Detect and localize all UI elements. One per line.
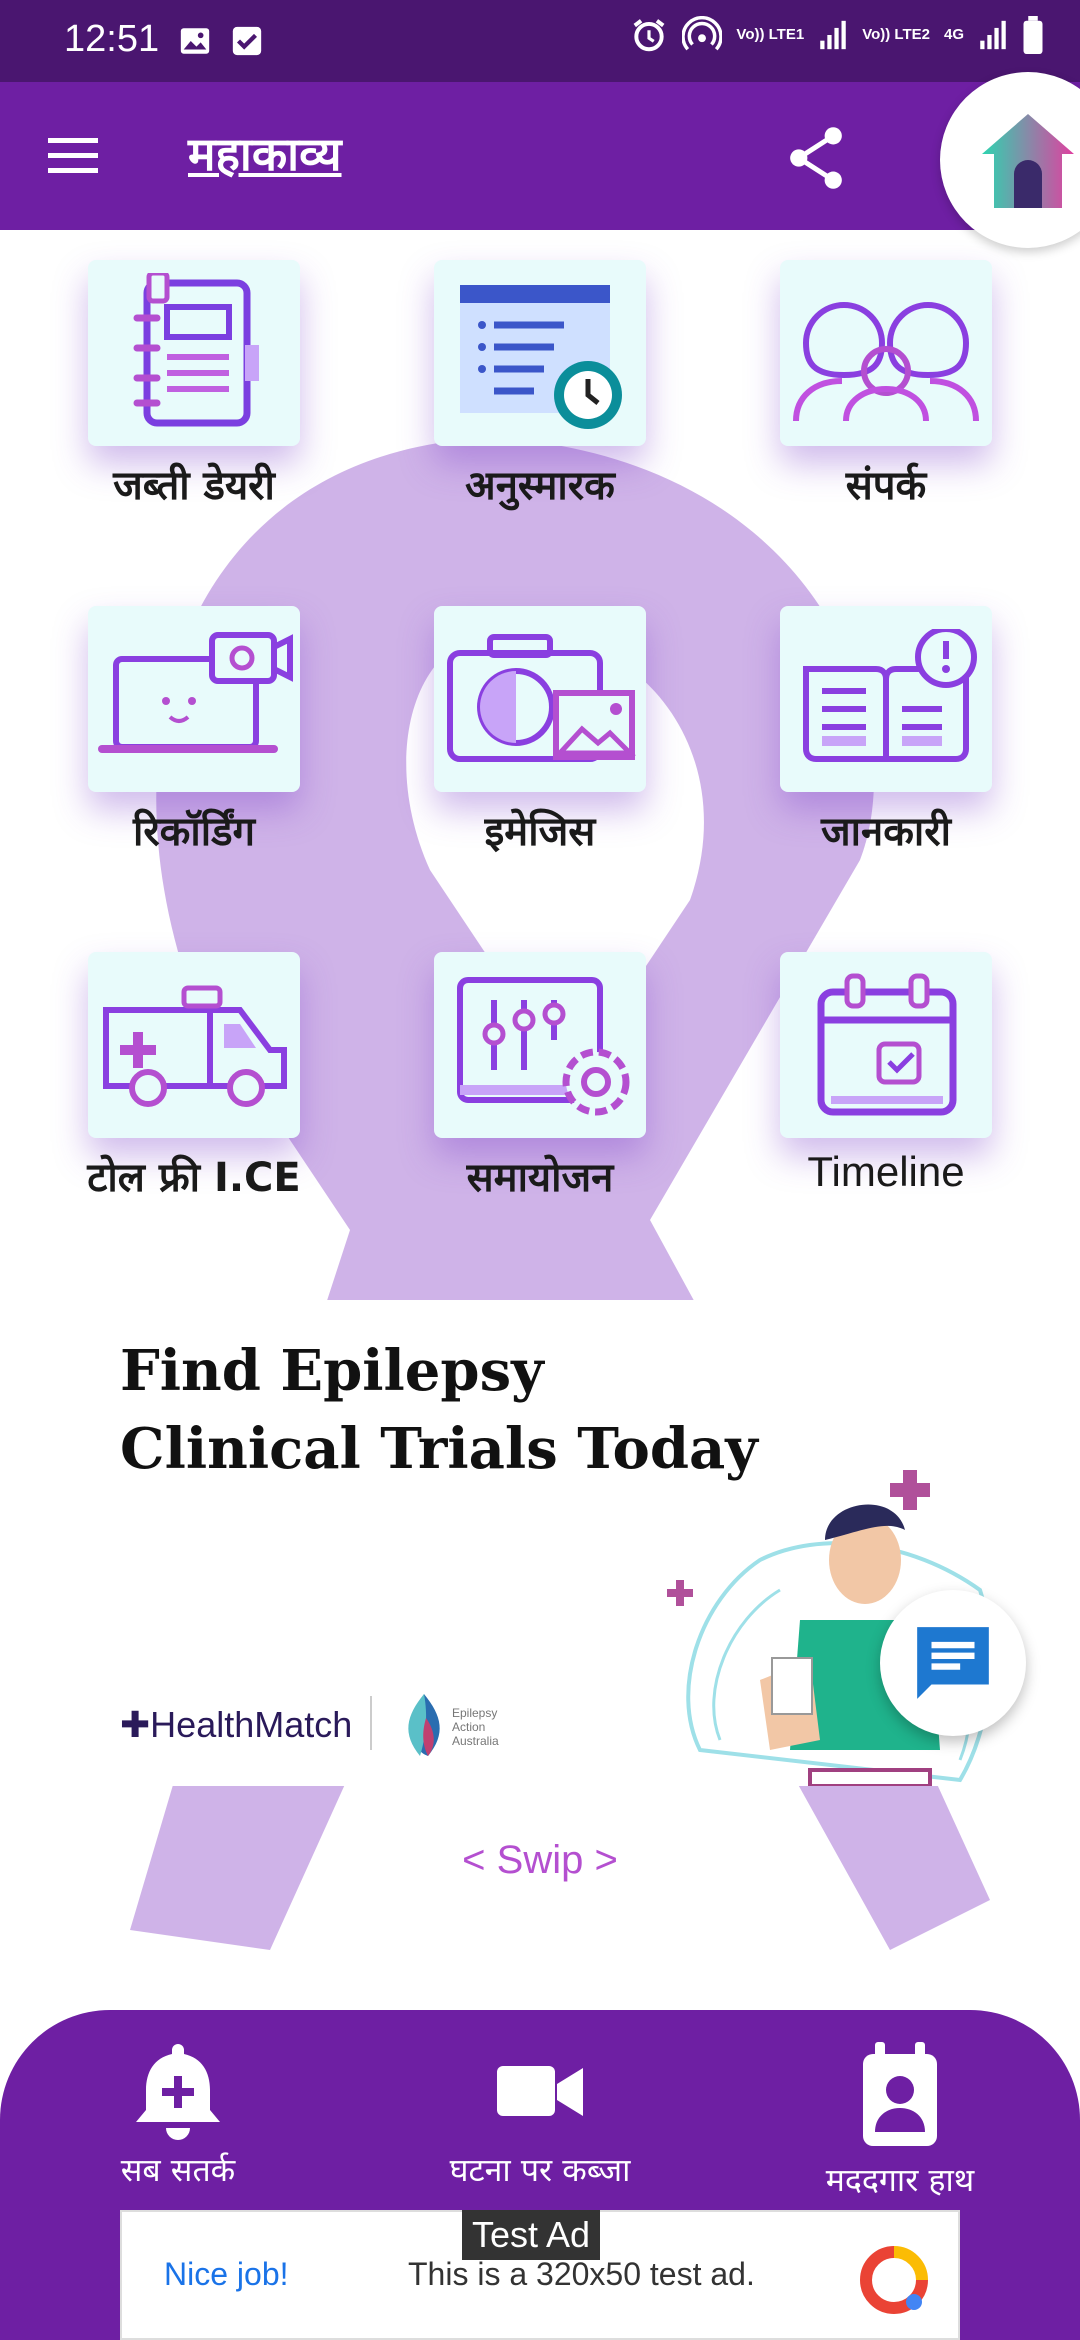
checkbox-icon — [232, 26, 262, 56]
tile-toll-free-ice[interactable]: टोल फ्री I.CE — [44, 952, 344, 1203]
tile-label: टोल फ्री I.CE — [87, 1155, 301, 1201]
tile-contacts[interactable]: संपर्क — [736, 260, 1036, 511]
settings-sliders-icon — [457, 977, 630, 1116]
ad-logo-icon — [860, 2246, 928, 2314]
app-title: महाकाव्य — [188, 127, 342, 181]
tile-label: जानकारी — [820, 809, 952, 855]
tile-label: जब्ती डेयरी — [113, 463, 275, 509]
diary-icon — [133, 273, 259, 427]
signal-icon — [820, 20, 846, 50]
tile-label: समायोजन — [466, 1155, 614, 1201]
tile-label: रिकॉर्डिंग — [132, 809, 256, 855]
tile-label: संपर्क — [845, 463, 927, 509]
chat-icon — [917, 1627, 989, 1699]
nav-all-alert[interactable]: सब सतर्क — [28, 2040, 328, 2191]
ad-nice-text: Nice job! — [164, 2256, 289, 2292]
alarm-icon — [633, 19, 665, 52]
tile-timeline[interactable]: Timeline — [736, 952, 1036, 1196]
network-label-1: Vo)) LTE1 — [736, 26, 805, 43]
reminder-icon — [460, 285, 622, 429]
tile-recording[interactable]: रिकॉर्डिंग — [44, 606, 344, 857]
info-book-icon — [803, 629, 977, 762]
tile-label: Timeline — [807, 1148, 965, 1195]
tile-label: अनुस्मारक — [465, 463, 615, 509]
recording-icon — [98, 632, 293, 753]
status-time: 12:51 — [64, 18, 160, 60]
ea-line2: Action — [452, 1720, 486, 1734]
tile-label: इमेजिस — [484, 809, 596, 855]
bell-plus-icon — [136, 2044, 220, 2140]
ea-line3: Australia — [452, 1734, 499, 1748]
app-screen: 12:51 Vo)) LTE1 Vo)) LTE2 4G महाकाव्य जब… — [0, 0, 1080, 2340]
banner-separator — [370, 1696, 372, 1750]
swipe-hint: < Swip > — [462, 1838, 618, 1882]
ea-line1: Epilepsy — [452, 1706, 498, 1720]
epilepsy-action-text: Epilepsy Action Australia — [452, 1706, 499, 1748]
app-bar: महाकाव्य — [0, 82, 1080, 230]
tile-information[interactable]: जानकारी — [736, 606, 1036, 857]
nav-capture-incident[interactable]: घटना पर कब्जा — [390, 2040, 690, 2191]
ad-text: This is a 320x50 test ad. — [408, 2256, 755, 2292]
ad-label: Test Ad — [462, 2210, 601, 2260]
tile-images[interactable]: इमेजिस — [390, 606, 690, 857]
images-icon — [447, 634, 637, 762]
home-icon — [982, 114, 1074, 208]
promo-banner[interactable]: Find Epilepsy Clinical Trials Today ✚Hea… — [80, 1300, 1010, 1800]
nav-label: सब सतर्क — [120, 2151, 236, 2189]
tile-seizure-diary[interactable]: जब्ती डेयरी — [44, 260, 344, 511]
signal-icon-2 — [980, 20, 1006, 50]
calendar-icon — [817, 973, 957, 1116]
nav-label: घटना पर कब्जा — [449, 2151, 631, 2189]
contact-badge-icon — [863, 2042, 937, 2146]
contacts-icon — [793, 302, 979, 422]
nav-helping-hand[interactable]: मददगार हाथ — [750, 2040, 1050, 2201]
banner-title-line1: Find Epilepsy — [120, 1338, 544, 1404]
healthmatch-text: HealthMatch — [150, 1704, 353, 1745]
battery-icon — [1023, 16, 1043, 54]
status-bar: 12:51 Vo)) LTE1 Vo)) LTE2 4G — [0, 0, 1080, 82]
healthmatch-logo: ✚HealthMatch — [120, 1704, 353, 1745]
video-camera-icon — [497, 2066, 583, 2116]
tile-reminder[interactable]: अनुस्मारक — [390, 260, 690, 511]
network-label-2: Vo)) LTE2 — [862, 26, 930, 43]
share-icon[interactable] — [786, 126, 846, 190]
chat-button[interactable] — [880, 1590, 1026, 1736]
nav-label: मददगार हाथ — [825, 2161, 975, 2199]
ambulance-icon — [103, 985, 287, 1107]
gallery-icon — [180, 28, 210, 54]
network-label-3: 4G — [943, 26, 964, 43]
menu-icon[interactable] — [48, 136, 98, 176]
hotspot-icon — [682, 16, 723, 51]
tile-settings[interactable]: समायोजन — [390, 952, 690, 1203]
